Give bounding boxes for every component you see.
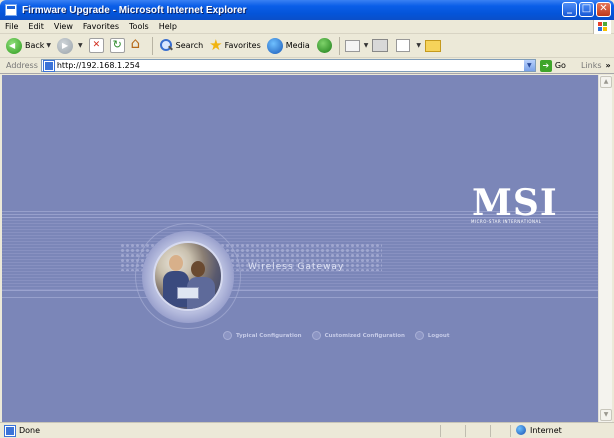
search-button[interactable]: Search: [156, 36, 206, 56]
media-button[interactable]: Media: [264, 36, 313, 56]
window-title: Firmware Upgrade - Microsoft Internet Ex…: [22, 4, 247, 16]
page-status-icon: [4, 424, 16, 437]
address-dropdown-icon[interactable]: ▼: [522, 60, 535, 71]
window-titlebar: Firmware Upgrade - Microsoft Internet Ex…: [0, 0, 614, 20]
internet-globe-icon: [516, 425, 526, 435]
menu-edit[interactable]: Edit: [23, 22, 49, 31]
product-name: Wireless Gateway: [248, 262, 345, 272]
links-chevron-icon[interactable]: »: [606, 61, 611, 70]
stop-icon[interactable]: [88, 38, 104, 53]
status-bar: Done Internet: [0, 422, 614, 438]
typical-configuration-label: Typical Configuration: [236, 332, 302, 339]
history-icon[interactable]: [316, 38, 332, 53]
favorites-star-icon: ★: [209, 36, 223, 54]
status-divider: [490, 425, 491, 437]
toolbar-separator: [151, 36, 153, 55]
decorative-line: [2, 297, 598, 298]
search-label: Search: [175, 41, 204, 50]
go-label: Go: [554, 61, 566, 70]
links-toolbar[interactable]: Links: [581, 61, 602, 70]
mail-dropdown-icon[interactable]: ▼: [364, 42, 369, 49]
customized-configuration-label: Customized Configuration: [324, 332, 405, 339]
maximize-button[interactable]: □: [579, 2, 594, 17]
status-divider: [465, 425, 466, 437]
menu-file[interactable]: File: [0, 22, 23, 31]
address-url[interactable]: http://192.168.1.254: [57, 61, 140, 70]
web-page-content: MSI MICRO-STAR INTERNATIONAL Wireless Ga…: [2, 75, 598, 422]
address-label: Address: [6, 61, 38, 70]
toolbar-separator: [338, 36, 340, 55]
logout-link[interactable]: Logout: [414, 331, 450, 340]
scroll-down-button[interactable]: ▼: [600, 409, 612, 421]
address-bar: Address http://192.168.1.254 ▼ ➔ Go Link…: [0, 58, 614, 74]
logout-label: Logout: [427, 332, 450, 339]
window-controls: _ □ ✕: [562, 2, 611, 17]
standard-toolbar: Back ▼ ▼ Search ★ Favorites Media ▼ ▼: [0, 34, 614, 58]
minimize-button[interactable]: _: [562, 2, 577, 17]
bullet-icon: [414, 331, 424, 340]
msi-logo: MSI: [472, 182, 558, 224]
page-icon: [42, 59, 55, 72]
go-arrow-icon: ➔: [539, 59, 552, 72]
print-icon[interactable]: [372, 39, 389, 52]
back-label: Back: [25, 41, 45, 50]
vertical-scrollbar[interactable]: ▲ ▼: [598, 75, 612, 422]
forward-button[interactable]: ▼: [54, 36, 86, 56]
status-divider: [440, 425, 441, 437]
menu-help[interactable]: Help: [154, 22, 182, 31]
edit-dropdown-icon[interactable]: ▼: [416, 42, 421, 49]
menu-view[interactable]: View: [49, 22, 78, 31]
scroll-up-button[interactable]: ▲: [600, 76, 612, 88]
folder-icon[interactable]: [425, 39, 442, 52]
edit-icon[interactable]: [396, 39, 411, 52]
status-text: Done: [19, 426, 41, 435]
back-arrow-icon: [6, 37, 22, 54]
back-button[interactable]: Back ▼: [3, 36, 54, 56]
search-icon: [159, 38, 174, 53]
address-input[interactable]: http://192.168.1.254 ▼: [40, 59, 536, 72]
favorites-button[interactable]: ★ Favorites: [206, 36, 264, 56]
forward-dropdown-icon[interactable]: ▼: [78, 42, 83, 49]
menu-favorites[interactable]: Favorites: [78, 22, 124, 31]
security-zone: Internet: [516, 425, 562, 435]
forward-arrow-icon: [57, 37, 74, 54]
people-photo: [153, 241, 223, 311]
bullet-icon: [223, 331, 232, 340]
customized-configuration-link[interactable]: Customized Configuration: [311, 331, 405, 340]
config-nav: Typical Configuration Customized Configu…: [223, 331, 459, 340]
close-button[interactable]: ✕: [596, 2, 611, 17]
media-icon: [266, 37, 283, 54]
ie-icon: [5, 4, 17, 16]
mail-icon[interactable]: [344, 39, 360, 52]
typical-configuration-link[interactable]: Typical Configuration: [223, 331, 302, 340]
windows-logo-icon: [593, 20, 611, 34]
refresh-icon[interactable]: [109, 38, 125, 53]
msi-logo-subtitle: MICRO-STAR INTERNATIONAL: [471, 219, 542, 224]
menu-bar: File Edit View Favorites Tools Help: [0, 20, 614, 34]
media-label: Media: [285, 41, 310, 50]
go-button[interactable]: ➔ Go: [539, 59, 566, 72]
favorites-label: Favorites: [224, 41, 261, 50]
menu-tools[interactable]: Tools: [124, 22, 154, 31]
home-icon[interactable]: [131, 34, 146, 53]
status-divider: [510, 425, 511, 437]
bullet-icon: [311, 331, 321, 340]
back-dropdown-icon[interactable]: ▼: [46, 42, 51, 49]
zone-label: Internet: [530, 425, 562, 435]
